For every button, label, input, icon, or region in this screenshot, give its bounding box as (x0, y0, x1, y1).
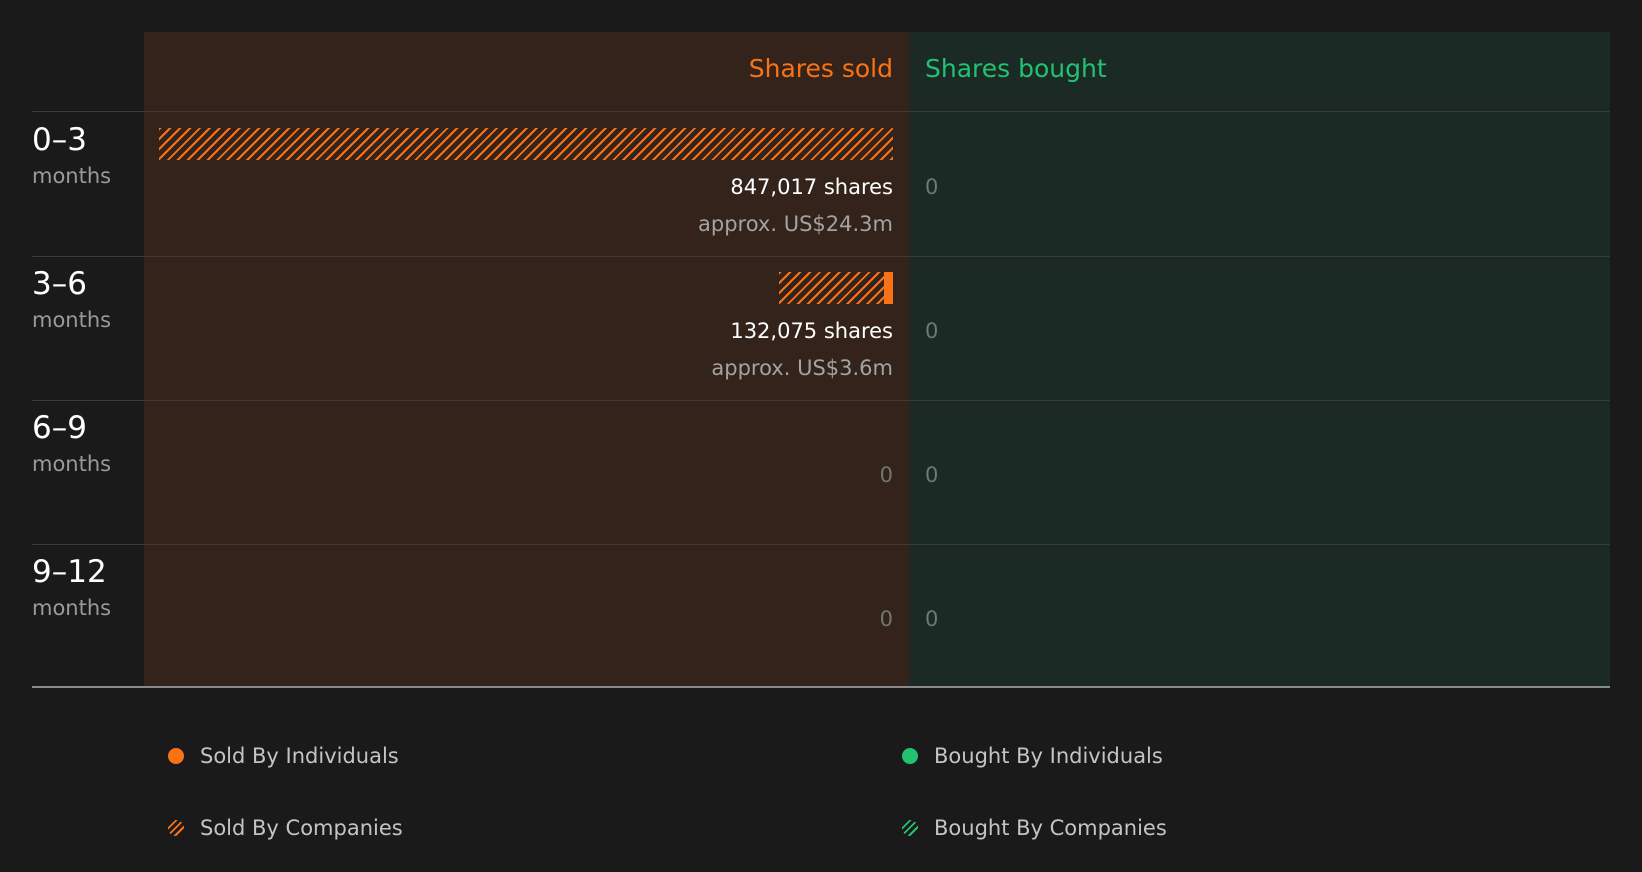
row-unit: months (32, 452, 112, 476)
bought-zero-label-9-12: 0 (925, 607, 939, 631)
bought-zero-label-0-3: 0 (925, 175, 939, 199)
row-period: 6–9 (32, 410, 87, 446)
row-label-6-9: 6–9 months (32, 409, 111, 479)
row-divider (32, 111, 1610, 112)
sold-zero-label-6-9: 0 (879, 463, 893, 487)
bought-zero-label-6-9: 0 (925, 463, 939, 487)
row-period: 9–12 (32, 554, 107, 590)
sold-shares-label-0-3: 847,017 shares (730, 175, 893, 199)
row-period: 3–6 (32, 266, 87, 302)
row-unit: months (32, 308, 112, 332)
sold-shares-label-3-6: 132,075 shares (730, 319, 893, 343)
row-label-3-6: 3–6 months (32, 265, 111, 335)
legend-swatch (902, 748, 918, 764)
legend-label: Sold By Individuals (200, 744, 399, 768)
sold-zero-label-9-12: 0 (879, 607, 893, 631)
row-divider (32, 256, 1610, 257)
row-unit: months (32, 164, 112, 188)
legend-label: Bought By Companies (934, 816, 1167, 840)
bought-panel-background (909, 32, 1610, 687)
legend-label: Bought By Individuals (934, 744, 1163, 768)
legend-bought-by-individuals: Bought By Individuals (902, 741, 1163, 771)
sold-by-companies-bar-0-3 (159, 128, 893, 160)
legend-swatch (168, 820, 184, 836)
sold-usd-label-3-6: approx. US$3.6m (711, 356, 893, 380)
chart-baseline (32, 686, 1610, 688)
row-period: 0–3 (32, 122, 87, 158)
bought-zero-label-3-6: 0 (925, 319, 939, 343)
row-unit: months (32, 596, 112, 620)
legend-sold-by-companies: Sold By Companies (168, 813, 403, 843)
row-label-0-3: 0–3 months (32, 121, 111, 191)
legend-bought-by-companies: Bought By Companies (902, 813, 1167, 843)
sold-by-companies-bar-3-6 (778, 272, 885, 304)
legend-label: Sold By Companies (200, 816, 403, 840)
legend-swatch (168, 748, 184, 764)
sold-usd-label-0-3: approx. US$24.3m (698, 212, 893, 236)
row-divider (32, 544, 1610, 545)
legend-sold-by-individuals: Sold By Individuals (168, 741, 399, 771)
shares-sold-header: Shares sold (748, 54, 893, 83)
sold-by-individuals-bar-3-6 (884, 272, 893, 304)
row-divider (32, 400, 1610, 401)
row-label-9-12: 9–12 months (32, 553, 111, 623)
legend-swatch (902, 820, 918, 836)
shares-bought-header: Shares bought (925, 54, 1107, 83)
